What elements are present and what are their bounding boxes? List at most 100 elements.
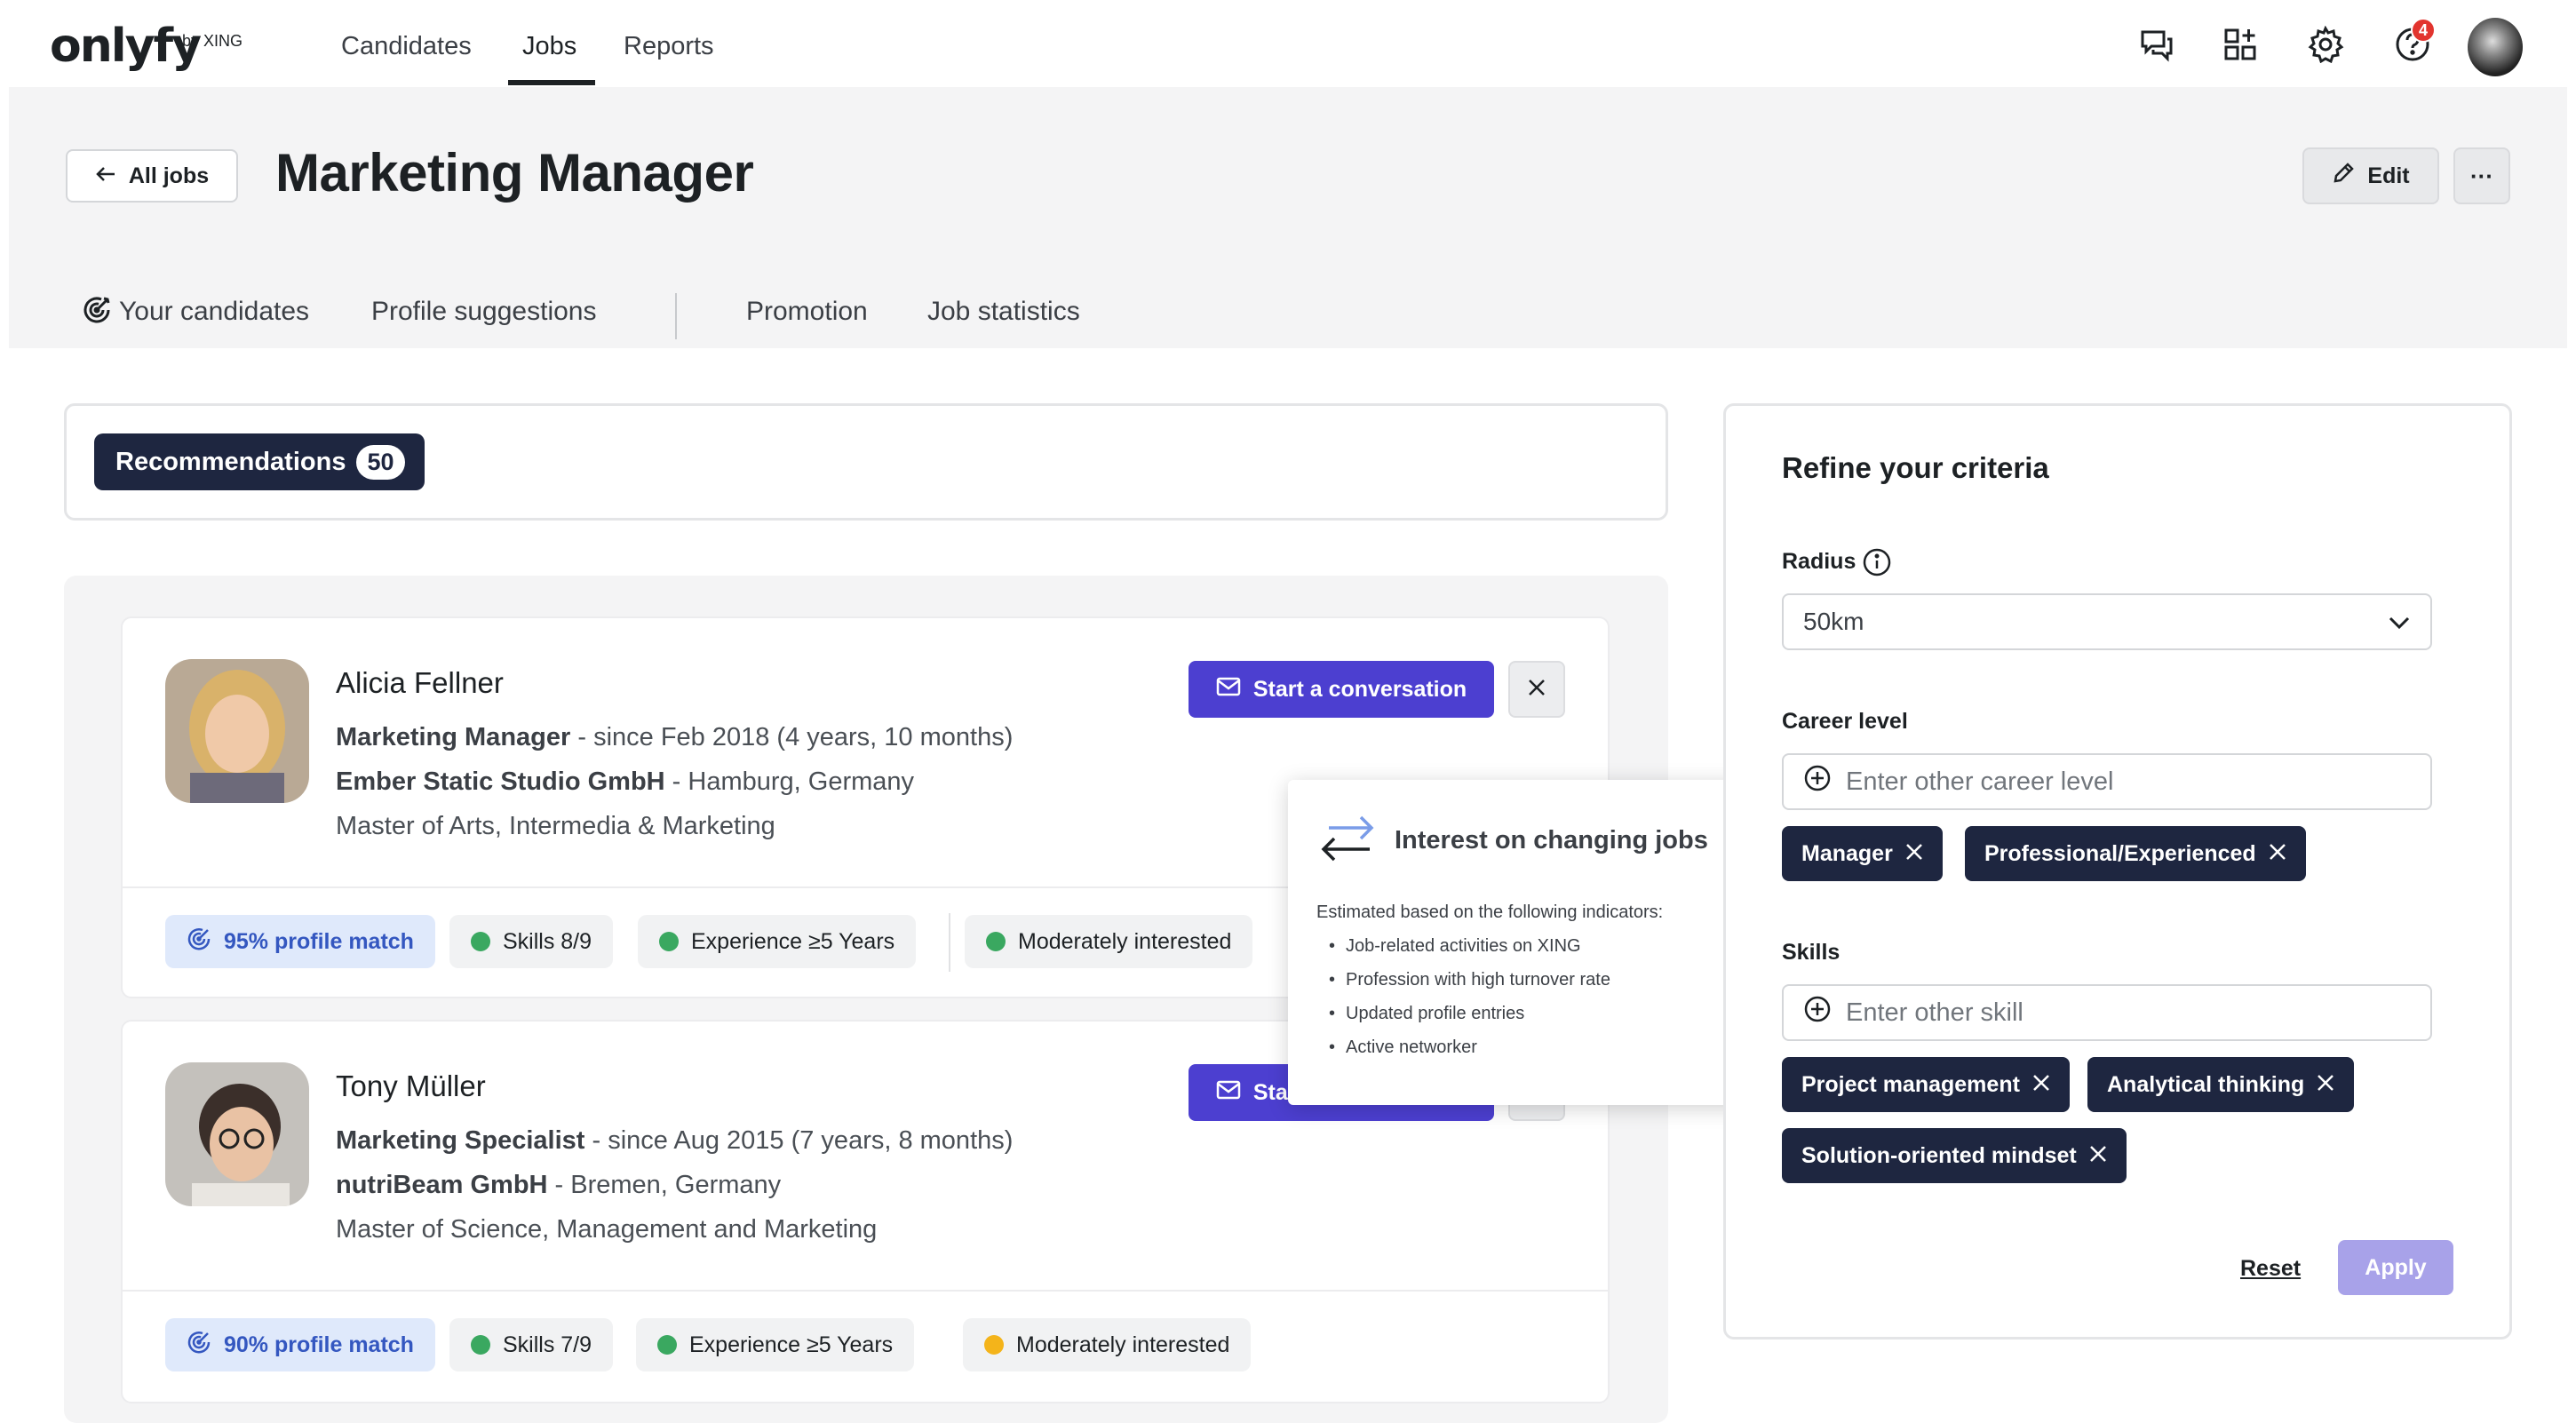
radius-value: 50km — [1803, 608, 1864, 635]
candidate-name[interactable]: Tony Müller — [336, 1069, 486, 1103]
close-icon[interactable] — [2089, 1143, 2107, 1169]
apply-button[interactable]: Apply — [2338, 1240, 2453, 1295]
start-conversation-button[interactable]: Start a conversation — [1189, 661, 1494, 718]
edit-button[interactable]: Edit — [2302, 147, 2439, 204]
all-jobs-label: All jobs — [128, 163, 210, 188]
pencil-icon — [2332, 162, 2355, 191]
career-level-input[interactable]: Enter other career level — [1782, 753, 2432, 810]
role-title: Marketing Manager — [336, 723, 571, 751]
status-dot — [986, 932, 1006, 951]
skill-tag-project-management[interactable]: Project management — [1782, 1057, 2070, 1112]
gear-icon[interactable] — [2306, 25, 2345, 64]
tag-label: Project management — [1801, 1071, 2020, 1097]
career-level-label: Career level — [1782, 709, 1908, 734]
all-jobs-button[interactable]: All jobs — [66, 149, 238, 203]
recommendations-label: Recommendations — [115, 447, 346, 476]
career-level-placeholder: Enter other career level — [1846, 767, 2114, 796]
target-icon — [187, 1330, 211, 1361]
nav-jobs[interactable]: Jobs — [522, 32, 576, 61]
recommendations-count: 50 — [356, 444, 405, 480]
career-tag-manager[interactable]: Manager — [1782, 826, 1943, 881]
apps-grid-icon[interactable] — [2221, 25, 2260, 64]
profile-match-chip[interactable]: 95% profile match — [165, 915, 435, 968]
tooltip-subtitle: Estimated based on the following indicat… — [1316, 902, 1664, 922]
plus-circle-icon — [1803, 764, 1832, 799]
tooltip-item: Updated profile entries — [1329, 1004, 1524, 1024]
logo[interactable]: onlyfy — [50, 20, 202, 73]
experience-chip[interactable]: Experience ≥5 Years — [638, 915, 917, 968]
dismiss-candidate-button[interactable] — [1508, 661, 1565, 718]
status-dot — [657, 1335, 677, 1355]
tag-label: Manager — [1801, 840, 1893, 866]
reset-link[interactable]: Reset — [2240, 1256, 2301, 1282]
close-icon[interactable] — [2317, 1072, 2334, 1098]
start-conversation-label: Start a conversation — [1252, 676, 1467, 702]
chip-divider — [949, 913, 950, 972]
arrow-left-icon — [95, 163, 116, 189]
candidate-role: Marketing Specialist - since Aug 2015 (7… — [336, 1126, 1013, 1156]
candidate-name[interactable]: Alicia Fellner — [336, 666, 504, 700]
interest-label: Moderately interested — [1018, 928, 1232, 954]
nav-candidates[interactable]: Candidates — [341, 32, 472, 61]
logo-by-label: by XING — [182, 32, 243, 50]
close-icon — [1526, 677, 1547, 703]
plus-circle-icon — [1803, 995, 1832, 1030]
close-icon[interactable] — [2269, 841, 2286, 867]
more-options-button[interactable]: ··· — [2453, 147, 2510, 204]
target-icon — [82, 295, 112, 330]
interest-label: Moderately interested — [1016, 1332, 1230, 1357]
match-label: 95% profile match — [224, 928, 414, 954]
page-title: Marketing Manager — [275, 143, 754, 203]
refine-title: Refine your criteria — [1782, 451, 2049, 484]
role-detail: - since Aug 2015 (7 years, 8 months) — [584, 1126, 1014, 1155]
candidate-photo[interactable] — [165, 1062, 309, 1206]
company-detail: - Hamburg, Germany — [664, 767, 915, 796]
card-divider — [123, 1290, 1608, 1292]
close-icon[interactable] — [1905, 841, 1923, 867]
status-dot — [471, 932, 490, 951]
edit-label: Edit — [2367, 163, 2410, 188]
candidate-role: Marketing Manager - since Feb 2018 (4 ye… — [336, 723, 1013, 752]
role-title: Marketing Specialist — [336, 1126, 585, 1155]
info-icon[interactable] — [1862, 547, 1892, 582]
career-tag-professional[interactable]: Professional/Experienced — [1965, 826, 2306, 881]
skill-tag-analytical-thinking[interactable]: Analytical thinking — [2087, 1057, 2355, 1112]
user-avatar[interactable] — [2468, 18, 2523, 76]
company-name: nutriBeam GmbH — [336, 1171, 548, 1199]
skills-label: Skills — [1782, 940, 1841, 965]
candidate-photo[interactable] — [165, 659, 309, 803]
tab-profile-suggestions[interactable]: Profile suggestions — [371, 297, 596, 327]
tooltip-item: Active networker — [1329, 1037, 1477, 1058]
tooltip-item: Job-related activities on XING — [1329, 936, 1581, 957]
radius-label: Radius — [1782, 549, 1856, 574]
nav-reports[interactable]: Reports — [624, 32, 714, 61]
tab-job-statistics[interactable]: Job statistics — [927, 297, 1080, 327]
skills-placeholder: Enter other skill — [1846, 998, 2023, 1027]
experience-label: Experience ≥5 Years — [689, 1332, 894, 1357]
close-icon[interactable] — [2032, 1072, 2050, 1098]
notification-badge: 4 — [2411, 18, 2436, 43]
skills-chip[interactable]: Skills 7/9 — [449, 1318, 614, 1371]
skill-tag-solution-oriented[interactable]: Solution-oriented mindset — [1782, 1128, 2127, 1183]
status-dot — [659, 932, 679, 951]
interest-chip[interactable]: Moderately interested — [963, 1318, 1252, 1371]
candidate-company: Ember Static Studio GmbH - Hamburg, Germ… — [336, 767, 914, 797]
candidate-company: nutriBeam GmbH - Bremen, Germany — [336, 1171, 781, 1200]
skills-label: Skills 7/9 — [503, 1332, 592, 1357]
target-icon — [187, 926, 211, 958]
more-icon: ··· — [2470, 162, 2493, 189]
nav-active-indicator — [508, 80, 595, 85]
chevron-down-icon — [2388, 608, 2411, 636]
experience-chip[interactable]: Experience ≥5 Years — [636, 1318, 915, 1371]
tab-your-candidates[interactable]: Your candidates — [119, 297, 309, 327]
recommendations-filter[interactable]: Recommendations 50 — [94, 433, 425, 490]
skills-chip[interactable]: Skills 8/9 — [449, 915, 614, 968]
chat-icon[interactable] — [2137, 25, 2176, 64]
skills-input[interactable]: Enter other skill — [1782, 984, 2432, 1041]
tab-promotion[interactable]: Promotion — [746, 297, 868, 327]
profile-match-chip[interactable]: 90% profile match — [165, 1318, 435, 1371]
radius-select[interactable]: 50km — [1782, 593, 2432, 650]
interest-chip[interactable]: Moderately interested — [965, 915, 1253, 968]
status-dot — [984, 1335, 1004, 1355]
tag-label: Analytical thinking — [2107, 1071, 2305, 1097]
